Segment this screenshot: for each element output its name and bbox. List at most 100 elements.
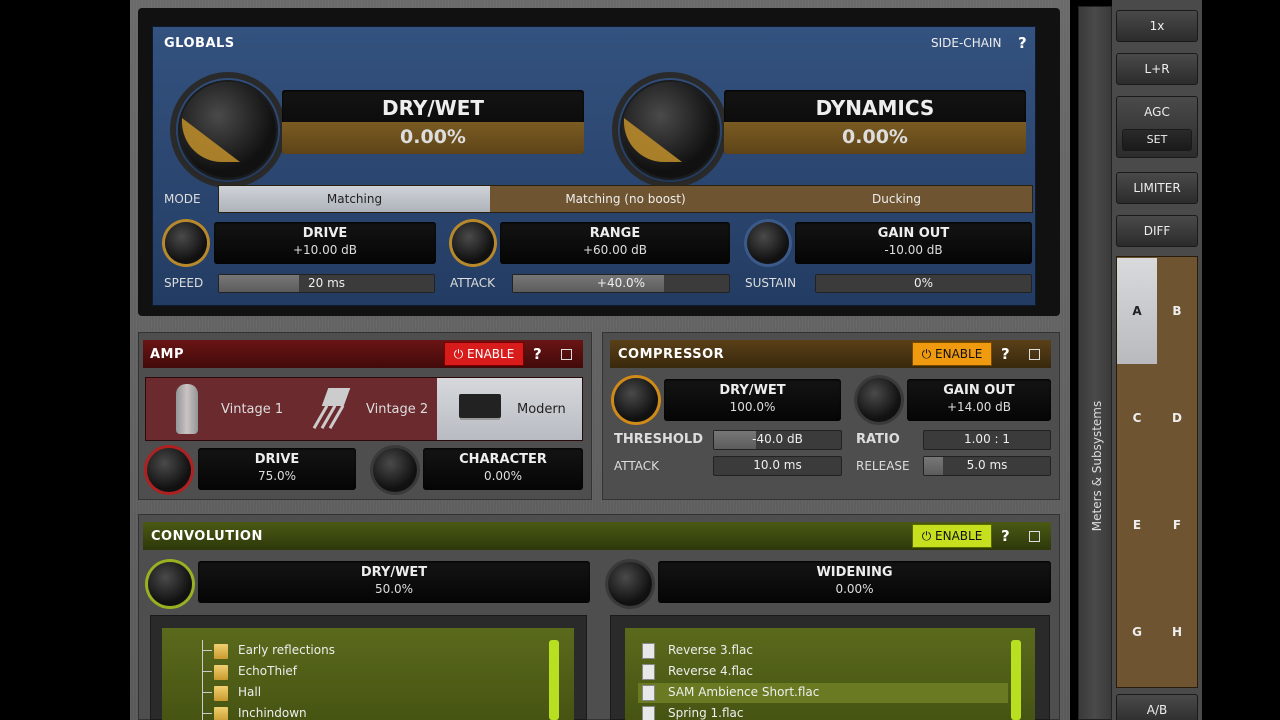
gain-out-knob[interactable] bbox=[747, 222, 789, 264]
preset-slot-e[interactable]: E bbox=[1117, 472, 1157, 578]
tree-branch bbox=[202, 692, 212, 693]
range-knob[interactable] bbox=[452, 222, 494, 264]
comp-attack-slider[interactable]: 10.0 ms bbox=[713, 456, 842, 476]
conv-drywet-knob[interactable] bbox=[148, 562, 192, 606]
amp-help-button[interactable]: ? bbox=[533, 345, 542, 363]
widening-value: 0.00% bbox=[835, 582, 874, 596]
conv-drywet-value: 50.0% bbox=[374, 582, 414, 596]
ratio-label: RATIO bbox=[856, 432, 900, 447]
convolution-enable-label: ENABLE bbox=[935, 529, 983, 543]
folder-icon bbox=[214, 665, 228, 680]
vintage1-label: Vintage 1 bbox=[221, 402, 284, 417]
amp-enable-button[interactable]: ⏻ ENABLE bbox=[444, 342, 524, 366]
channel-button[interactable]: L+R bbox=[1116, 53, 1198, 85]
comp-gain-out-knob[interactable] bbox=[857, 378, 901, 422]
convolution-help-button[interactable]: ? bbox=[1001, 527, 1010, 545]
preset-slot-g[interactable]: G bbox=[1117, 579, 1157, 685]
comp-attack-label: ATTACK bbox=[614, 459, 660, 473]
file-item[interactable]: SAM Ambience Short.flac bbox=[638, 683, 1008, 703]
compressor-menu-icon[interactable] bbox=[1029, 349, 1040, 360]
folder-item[interactable]: EchoThief bbox=[196, 662, 536, 682]
agc-set-button[interactable]: SET bbox=[1122, 129, 1192, 151]
modern-label: Modern bbox=[517, 402, 566, 417]
amp-drive-knob[interactable] bbox=[147, 448, 191, 492]
threshold-slider[interactable]: -40.0 dB bbox=[713, 430, 842, 450]
globals-title: GLOBALS bbox=[164, 36, 235, 51]
drywet-display: DRY/WET 0.00% bbox=[282, 90, 584, 154]
compressor-enable-label: ENABLE bbox=[935, 347, 983, 361]
conv-drywet-label: DRY/WET bbox=[360, 565, 428, 580]
convolution-menu-icon[interactable] bbox=[1029, 531, 1040, 542]
meters-strip[interactable] bbox=[1078, 6, 1112, 720]
dynamics-label: DYNAMICS bbox=[815, 96, 935, 120]
file-item[interactable]: Spring 1.flac bbox=[638, 704, 1008, 720]
amp-menu-icon[interactable] bbox=[561, 349, 572, 360]
compressor-help-button[interactable]: ? bbox=[1001, 345, 1010, 363]
threshold-value: -40.0 dB bbox=[752, 432, 803, 446]
file-item[interactable]: Reverse 3.flac bbox=[638, 641, 1008, 661]
preset-label: H bbox=[1171, 625, 1183, 639]
file-name: Reverse 4.flac bbox=[668, 664, 754, 678]
file-item[interactable]: Reverse 4.flac bbox=[638, 662, 1008, 682]
mode-matching-no-boost[interactable]: Matching (no boost) bbox=[490, 186, 761, 212]
modern-option[interactable]: Modern bbox=[437, 378, 582, 440]
comp-drywet-knob[interactable] bbox=[614, 378, 658, 422]
folder-name: Early reflections bbox=[238, 643, 335, 657]
range-display: RANGE +60.00 dB bbox=[500, 222, 730, 264]
preset-slot-b[interactable]: B bbox=[1157, 258, 1197, 364]
preset-label: A bbox=[1132, 304, 1142, 318]
amp-character-knob[interactable] bbox=[373, 448, 417, 492]
preset-slot-c[interactable]: C bbox=[1117, 365, 1157, 471]
audio-file-icon bbox=[642, 706, 655, 720]
globals-help-button[interactable]: ? bbox=[1018, 34, 1027, 52]
folder-name: Hall bbox=[238, 685, 262, 699]
dynamics-display: DYNAMICS 0.00% bbox=[724, 90, 1026, 154]
widening-knob[interactable] bbox=[608, 562, 652, 606]
ab-button[interactable]: A/B bbox=[1116, 694, 1198, 720]
zoom-button[interactable]: 1x bbox=[1116, 10, 1198, 42]
power-icon: ⏻ bbox=[921, 347, 932, 361]
amp-drive-display: DRIVE 75.0% bbox=[198, 448, 356, 490]
preset-slot-f[interactable]: F bbox=[1157, 472, 1197, 578]
preset-label: D bbox=[1172, 411, 1182, 425]
folder-item[interactable]: Hall bbox=[196, 683, 536, 703]
diff-button[interactable]: DIFF bbox=[1116, 215, 1198, 247]
ratio-slider[interactable]: 1.00 : 1 bbox=[923, 430, 1051, 450]
mode-label: MODE bbox=[164, 192, 201, 206]
sustain-slider[interactable]: 0% bbox=[815, 274, 1032, 293]
comp-gain-out-display: GAIN OUT +14.00 dB bbox=[907, 379, 1051, 421]
folder-name: Inchindown bbox=[238, 706, 307, 720]
transistor-icon bbox=[311, 388, 351, 430]
release-label: RELEASE bbox=[856, 459, 910, 473]
audio-file-icon bbox=[642, 643, 655, 659]
ratio-value: 1.00 : 1 bbox=[963, 432, 1011, 446]
convolution-title: CONVOLUTION bbox=[151, 529, 263, 544]
attack-value: +40.0% bbox=[596, 276, 646, 290]
folder-item[interactable]: Inchindown bbox=[196, 704, 536, 720]
speed-label: SPEED bbox=[164, 276, 204, 290]
mode-matching[interactable]: Matching bbox=[219, 186, 490, 212]
comp-gain-out-value: +14.00 dB bbox=[946, 400, 1012, 414]
amp-enable-label: ENABLE bbox=[467, 347, 515, 361]
preset-label: E bbox=[1132, 518, 1142, 532]
comp-drywet-display: DRY/WET 100.0% bbox=[664, 379, 841, 421]
speed-slider[interactable]: 20 ms bbox=[218, 274, 435, 293]
drive-knob[interactable] bbox=[165, 222, 207, 264]
file-scrollbar[interactable] bbox=[1011, 640, 1021, 720]
folder-scrollbar[interactable] bbox=[549, 640, 559, 720]
compressor-title: COMPRESSOR bbox=[618, 347, 725, 362]
mode-ducking[interactable]: Ducking bbox=[761, 186, 1032, 212]
preset-slot-h[interactable]: H bbox=[1157, 579, 1197, 685]
vintage2-option[interactable]: Vintage 2 bbox=[291, 378, 436, 440]
release-slider[interactable]: 5.0 ms bbox=[923, 456, 1051, 476]
limiter-button[interactable]: LIMITER bbox=[1116, 172, 1198, 204]
preset-slot-a[interactable]: A bbox=[1117, 258, 1157, 364]
sidechain-button[interactable]: SIDE-CHAIN bbox=[931, 36, 1001, 50]
attack-slider[interactable]: +40.0% bbox=[512, 274, 730, 293]
compressor-enable-button[interactable]: ⏻ ENABLE bbox=[912, 342, 992, 366]
folder-item[interactable]: Early reflections bbox=[196, 641, 536, 661]
preset-slot-d[interactable]: D bbox=[1157, 365, 1197, 471]
convolution-enable-button[interactable]: ⏻ ENABLE bbox=[912, 524, 992, 548]
vintage1-option[interactable]: Vintage 1 bbox=[146, 378, 291, 440]
tree-branch bbox=[202, 671, 212, 672]
